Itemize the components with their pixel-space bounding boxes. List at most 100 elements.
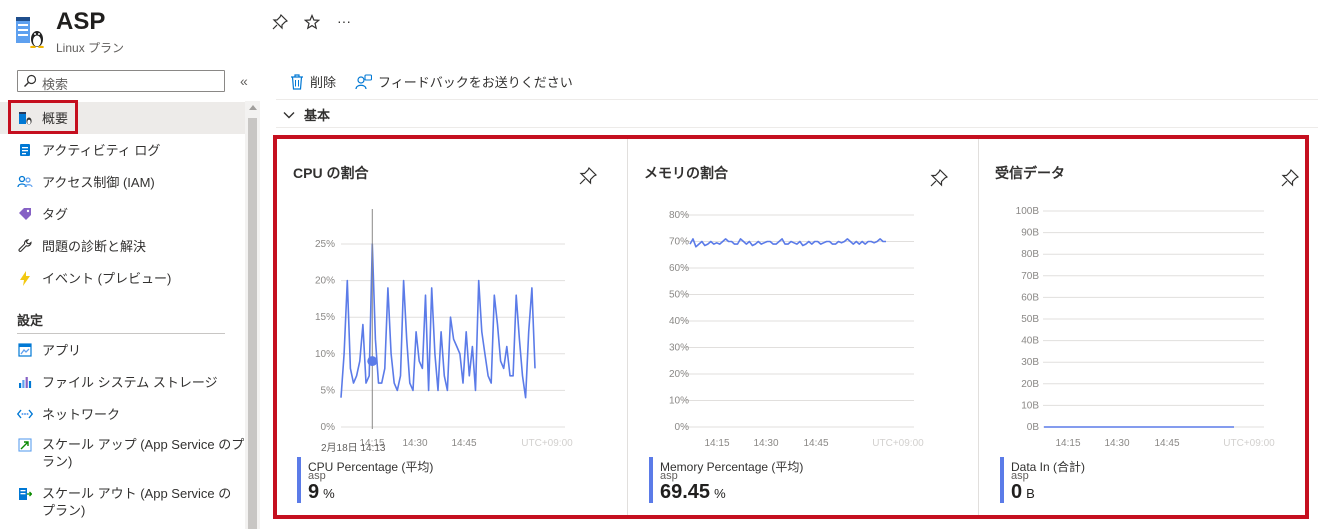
x-tick-label: 14:45 (1154, 438, 1179, 449)
legend-metric-name: CPU Percentage (平均) (308, 460, 434, 474)
y-tick-label: 40B (1021, 336, 1039, 347)
y-tick-label: 50B (1021, 314, 1039, 325)
y-tick-label: 10% (669, 396, 689, 407)
x-tick-label: 14:30 (402, 438, 427, 449)
sidebar-item-scale-out[interactable]: スケール アウト (App Service の プラン) (0, 481, 245, 521)
hover-marker (367, 356, 378, 367)
sidebar-item-events[interactable]: イベント (プレビュー) (0, 262, 245, 294)
sidebar-item-tags[interactable]: タグ (0, 198, 245, 230)
tag-icon (17, 206, 33, 222)
y-tick-label: 90B (1021, 228, 1039, 239)
y-tick-label: 80% (669, 210, 689, 221)
sidebar-item-label-line2: ラン) (42, 454, 73, 469)
data-in-chart[interactable]: 0B 10B 20B 30B 40B 50B 60B 70B 80B 90B 100B 14:15 14… (979, 139, 1305, 459)
legend-value: 69.45% (660, 481, 726, 504)
y-tick-label: 25% (315, 239, 335, 250)
delete-button[interactable]: 削除 (290, 72, 336, 91)
y-tick-label: 30% (669, 343, 689, 354)
sidebar-item-network[interactable]: ネットワーク (0, 398, 245, 430)
legend-unit: % (714, 486, 726, 501)
y-tick-label: 20% (315, 276, 335, 287)
x-tick-label: 14:45 (803, 438, 828, 449)
x-tick-label: 14:30 (1104, 438, 1129, 449)
storage-chart-icon (17, 374, 33, 390)
scroll-up-arrow-icon[interactable] (249, 105, 257, 110)
legend-value: 9% (308, 481, 335, 504)
trash-icon (291, 73, 303, 90)
y-tick-label: 30B (1021, 357, 1039, 368)
y-tick-label: 60% (669, 263, 689, 274)
data-in-tile[interactable]: 受信データ 0B 10B 20B 30B 40B 50B 60B 70B 80B 90B 100B 1… (979, 139, 1305, 515)
page-subtitle: Linux プラン (56, 41, 125, 55)
cpu-tile[interactable]: CPU の割合 0% 5% 10% 15% 20% 25% 14:15 14:30 14:45 U… (277, 139, 627, 515)
y-tick-label: 10B (1021, 400, 1039, 411)
sidebar-item-scale-up[interactable]: スケール アップ (App Service のプ ラン) (0, 432, 245, 472)
iam-icon (17, 174, 33, 190)
y-tick-label: 80B (1021, 249, 1039, 260)
sidebar-item-label: ファイル システム ストレージ (42, 374, 218, 390)
y-tick-label: 0% (675, 422, 690, 433)
legend-metric-name: Memory Percentage (平均) (660, 460, 804, 474)
divider (276, 99, 1318, 100)
section-header-settings: 設定 (17, 313, 44, 328)
pin-icon[interactable] (272, 13, 289, 34)
sidebar-item-apps[interactable]: アプリ (0, 334, 245, 366)
sidebar-item-activity-log[interactable]: アクティビティ ログ (0, 134, 245, 166)
memory-chart[interactable]: 0% 10% 20% 30% 40% 50% 60% 70% 80% 14:15 14:30 14:4… (628, 139, 977, 459)
sidebar-item-label-line2: プラン) (42, 503, 86, 518)
feedback-label: フィードバックをお送りください (378, 75, 573, 90)
sidebar-item-label: アクセス制御 (IAM) (42, 174, 155, 190)
y-tick-label: 70B (1021, 271, 1039, 282)
activity-log-icon (17, 142, 33, 158)
scale-up-icon (17, 437, 33, 453)
network-icon (17, 406, 33, 422)
legend-unit: B (1026, 486, 1035, 501)
tooltip-time-label: 2月18日 14:13 (321, 442, 386, 454)
metric-tiles-highlight: CPU の割合 0% 5% 10% 15% 20% 25% 14:15 14:30 14:45 U… (273, 135, 1309, 519)
scale-out-icon (17, 486, 33, 502)
y-tick-label: 40% (669, 316, 689, 327)
feedback-button[interactable]: フィードバックをお送りください (355, 72, 573, 91)
legend-value-number: 9 (308, 481, 320, 503)
lightning-icon (17, 270, 33, 286)
collapse-sidebar-button[interactable]: « (240, 73, 248, 89)
y-tick-label: 20B (1021, 379, 1039, 390)
sidebar-item-diagnose[interactable]: 問題の診断と解決 (0, 230, 245, 262)
y-tick-label: 0% (321, 422, 336, 433)
divider (276, 127, 1318, 128)
sidebar-item-label: アクティビティ ログ (42, 142, 161, 158)
y-tick-label: 15% (315, 312, 335, 323)
timezone-label: UTC+09:00 (872, 438, 924, 449)
y-tick-label: 70% (669, 237, 689, 248)
legend-color-bar (297, 457, 301, 503)
scrollbar-thumb[interactable] (248, 118, 257, 529)
x-tick-label: 14:15 (704, 438, 729, 449)
search-input[interactable]: 検索 (17, 70, 225, 92)
y-tick-label: 50% (669, 290, 689, 301)
page-title: ASP (56, 8, 106, 35)
legend-unit: % (323, 486, 335, 501)
y-tick-label: 100B (1016, 206, 1040, 217)
search-placeholder: 検索 (42, 77, 69, 92)
y-tick-label: 5% (321, 385, 336, 396)
x-tick-label: 14:15 (1055, 438, 1080, 449)
sidebar-item-file-storage[interactable]: ファイル システム ストレージ (0, 366, 245, 398)
essentials-toggle[interactable]: 基本 (283, 105, 330, 124)
series-line (689, 238, 886, 248)
sidebar-item-label: タグ (42, 206, 69, 222)
sidebar-item-label: アプリ (42, 342, 82, 358)
sidebar-item-label: イベント (プレビュー) (42, 270, 172, 286)
star-icon[interactable] (303, 13, 321, 34)
essentials-label: 基本 (304, 108, 331, 123)
x-tick-label: 14:45 (451, 438, 476, 449)
wrench-icon (17, 238, 33, 254)
sidebar-item-iam[interactable]: アクセス制御 (IAM) (0, 166, 245, 198)
search-icon (24, 74, 37, 87)
memory-tile[interactable]: メモリの割合 0% 10% 20% 30% 40% 50% 60% 70% 80% 14:15 14… (628, 139, 977, 515)
legend-value: 0B (1011, 481, 1035, 504)
sidebar-item-label: ネットワーク (42, 406, 121, 422)
cpu-chart[interactable]: 0%5%10%15%20%25%14:15 14:30 14:45 UTC+09:00… (277, 139, 627, 459)
series-line (340, 243, 536, 399)
more-icon[interactable]: ··· (337, 13, 351, 29)
timezone-label: UTC+09:00 (521, 438, 573, 449)
